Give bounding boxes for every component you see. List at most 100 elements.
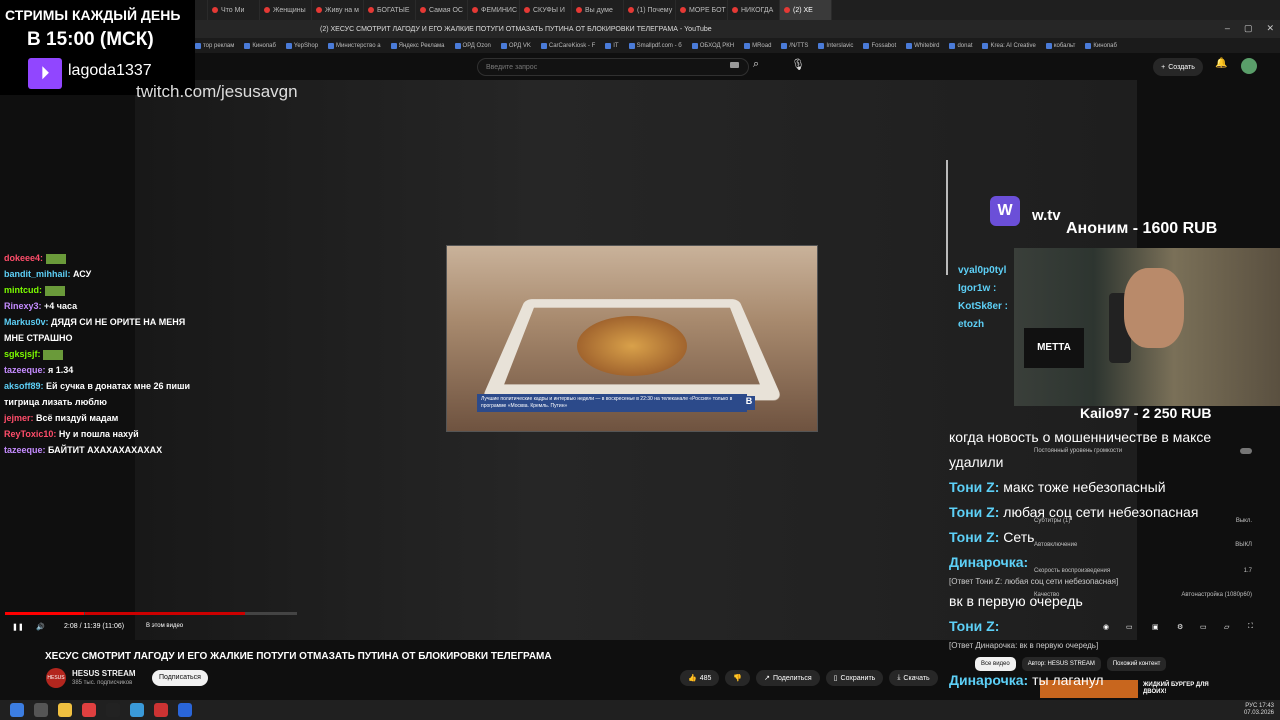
bookmark-icon: [1045, 42, 1052, 49]
yandex-browser-icon[interactable]: [82, 703, 96, 717]
filter-chip[interactable]: Похожий контент: [1106, 657, 1167, 671]
system-tray[interactable]: РУС 17:43 07.03.2026: [1244, 703, 1274, 717]
bookmark-item[interactable]: кобальт: [1045, 42, 1076, 49]
settings-item[interactable]: Автовключение: [1034, 542, 1077, 548]
bookmark-item[interactable]: IT: [605, 42, 619, 49]
close-icon[interactable]: ✕: [1266, 23, 1274, 34]
volume-icon[interactable]: 🔊: [36, 623, 45, 631]
download-button[interactable]: ⤓ Скачать: [889, 670, 938, 686]
subtitles-icon[interactable]: ▭: [1126, 623, 1133, 631]
browser-tab[interactable]: НИКОГДА: [728, 0, 780, 20]
channel-name[interactable]: HESUS STREAM: [72, 669, 136, 678]
fullscreen-icon[interactable]: ⛶: [1248, 623, 1253, 631]
progress-bar[interactable]: [5, 612, 297, 615]
keyboard-icon[interactable]: [730, 62, 739, 68]
bookmark-item[interactable]: ОРД Ozon: [454, 42, 491, 49]
bookmark-icon: ▯: [833, 675, 838, 682]
browser-tab[interactable]: МОРЕ БОТ: [676, 0, 728, 20]
bookmark-label: Whitebird: [914, 42, 940, 49]
ad-text[interactable]: ЖИДКИЙ БУРГЕР ДЛЯ ДВОИХ!: [1143, 682, 1213, 696]
search-input[interactable]: Введите запрос: [477, 58, 749, 76]
maximize-icon[interactable]: ▢: [1244, 23, 1253, 34]
bookmark-label: Кинопаб: [1093, 42, 1117, 49]
bookmark-icon: [781, 42, 788, 49]
bookmark-item[interactable]: Кинопаб: [244, 42, 276, 49]
bookmark-item[interactable]: /N/TTS: [781, 42, 809, 49]
filter-chip[interactable]: Все видео: [975, 657, 1016, 671]
bookmark-item[interactable]: Smallpdf.com - б: [628, 42, 682, 49]
bookmark-item[interactable]: MRoad: [744, 42, 772, 49]
settings-toggle[interactable]: [1240, 448, 1252, 454]
dislike-button[interactable]: 👎: [725, 670, 751, 686]
cast-icon[interactable]: ▱: [1224, 623, 1229, 631]
embedded-news-video: Лучшие политические кадры и интервью нед…: [446, 245, 818, 432]
overlay-username: lagoda1337: [68, 62, 152, 79]
chapter-label[interactable]: В этом видео: [146, 623, 183, 629]
settings-gear-icon[interactable]: ⚙: [1177, 623, 1183, 631]
windows-start-icon[interactable]: [10, 703, 24, 717]
account-avatar[interactable]: [1241, 58, 1257, 74]
bookmark-item[interactable]: Яндекс Реклама: [390, 42, 445, 49]
create-button[interactable]: + Создать: [1153, 58, 1203, 76]
bookmark-item[interactable]: YepShop: [285, 42, 318, 49]
browser-tab[interactable]: (2) ХЕ: [780, 0, 832, 20]
bookmark-label: /N/TTS: [789, 42, 809, 49]
bookmark-label: MRoad: [752, 42, 772, 49]
bookmark-item[interactable]: тор реклам: [195, 42, 234, 49]
browser-tab[interactable]: (1) Почему: [624, 0, 676, 20]
bookmark-item[interactable]: Interslavic: [818, 42, 853, 49]
overlay-title: СТРИМЫ КАЖДЫЙ ДЕНЬ: [5, 7, 181, 23]
browser-tab[interactable]: Женщины: [260, 0, 312, 20]
miniplayer-icon[interactable]: ▣: [1152, 623, 1159, 631]
bookmark-item[interactable]: Whitebird: [906, 42, 940, 49]
bookmark-item[interactable]: Krea: AI Creative: [982, 42, 1036, 49]
language-indicator[interactable]: РУС: [1245, 703, 1257, 709]
browser-tab[interactable]: Самая ОС: [416, 0, 468, 20]
settings-item[interactable]: Постоянный уровень громкости: [1034, 448, 1122, 454]
bookmark-item[interactable]: CarCareKiosk - F: [540, 42, 595, 49]
bookmark-item[interactable]: Fossabot: [863, 42, 896, 49]
telegram-icon[interactable]: [130, 703, 144, 717]
bookmark-item[interactable]: Министерство а: [328, 42, 381, 49]
app-icon[interactable]: [106, 703, 120, 717]
browser-tab[interactable]: ФЕМИНИС: [468, 0, 520, 20]
bookmark-item[interactable]: ОБХОД РКН: [691, 42, 734, 49]
like-button[interactable]: 👍 485: [680, 670, 720, 686]
filter-chip[interactable]: Автор: HESUS STREAM: [1021, 657, 1101, 671]
browser-tab[interactable]: Что Ми: [208, 0, 260, 20]
subscribe-button[interactable]: Подписаться: [152, 670, 208, 686]
bookmark-item[interactable]: ОРД VK: [500, 42, 531, 49]
channel-avatar[interactable]: HESUS: [46, 668, 66, 688]
browser-tab[interactable]: Вы думе: [572, 0, 624, 20]
search-icon[interactable]: [34, 703, 48, 717]
bookmark-item[interactable]: donat: [949, 42, 972, 49]
browser-tab[interactable]: БОГАТЫЕ: [364, 0, 416, 20]
notifications-bell-icon[interactable]: 🔔: [1215, 58, 1227, 69]
theater-icon[interactable]: ▭: [1200, 623, 1207, 631]
bookmark-icon: [500, 42, 507, 49]
chat-last-message: Динарочка: ты лаганул: [949, 672, 1104, 688]
bookmark-item[interactable]: Кинопаб: [1085, 42, 1117, 49]
browser-tab[interactable]: Живу на м: [312, 0, 364, 20]
bookmark-label: кобальт: [1053, 42, 1076, 49]
autoplay-icon[interactable]: ◉: [1103, 623, 1109, 631]
minimize-icon[interactable]: –: [1225, 23, 1230, 34]
file-explorer-icon[interactable]: [58, 703, 72, 717]
share-button[interactable]: ↗ Поделиться: [756, 670, 820, 686]
pause-icon[interactable]: ❚❚: [12, 623, 24, 631]
settings-item[interactable]: Скорость воспроизведения: [1034, 568, 1110, 574]
search-icon[interactable]: ⌕: [753, 58, 767, 76]
chat-message: Ну и пошла нахуй: [58, 429, 139, 439]
chrome-icon[interactable]: [178, 703, 192, 717]
settings-item[interactable]: Субтитры (1): [1034, 518, 1070, 524]
chat-nick: Igor1w :: [958, 283, 997, 294]
chat-message: Всё пиздуй мадам: [36, 413, 119, 423]
settings-item[interactable]: Качество: [1034, 592, 1059, 598]
browser-tab[interactable]: СКУФЫ И: [520, 0, 572, 20]
microphone-icon[interactable]: 🎙: [791, 58, 805, 71]
download-label: Скачать: [903, 674, 930, 682]
chat-nick: Rinexy3:: [4, 301, 45, 311]
create-label: Создать: [1168, 63, 1195, 71]
app-icon[interactable]: [154, 703, 168, 717]
save-button[interactable]: ▯ Сохранить: [825, 670, 884, 686]
